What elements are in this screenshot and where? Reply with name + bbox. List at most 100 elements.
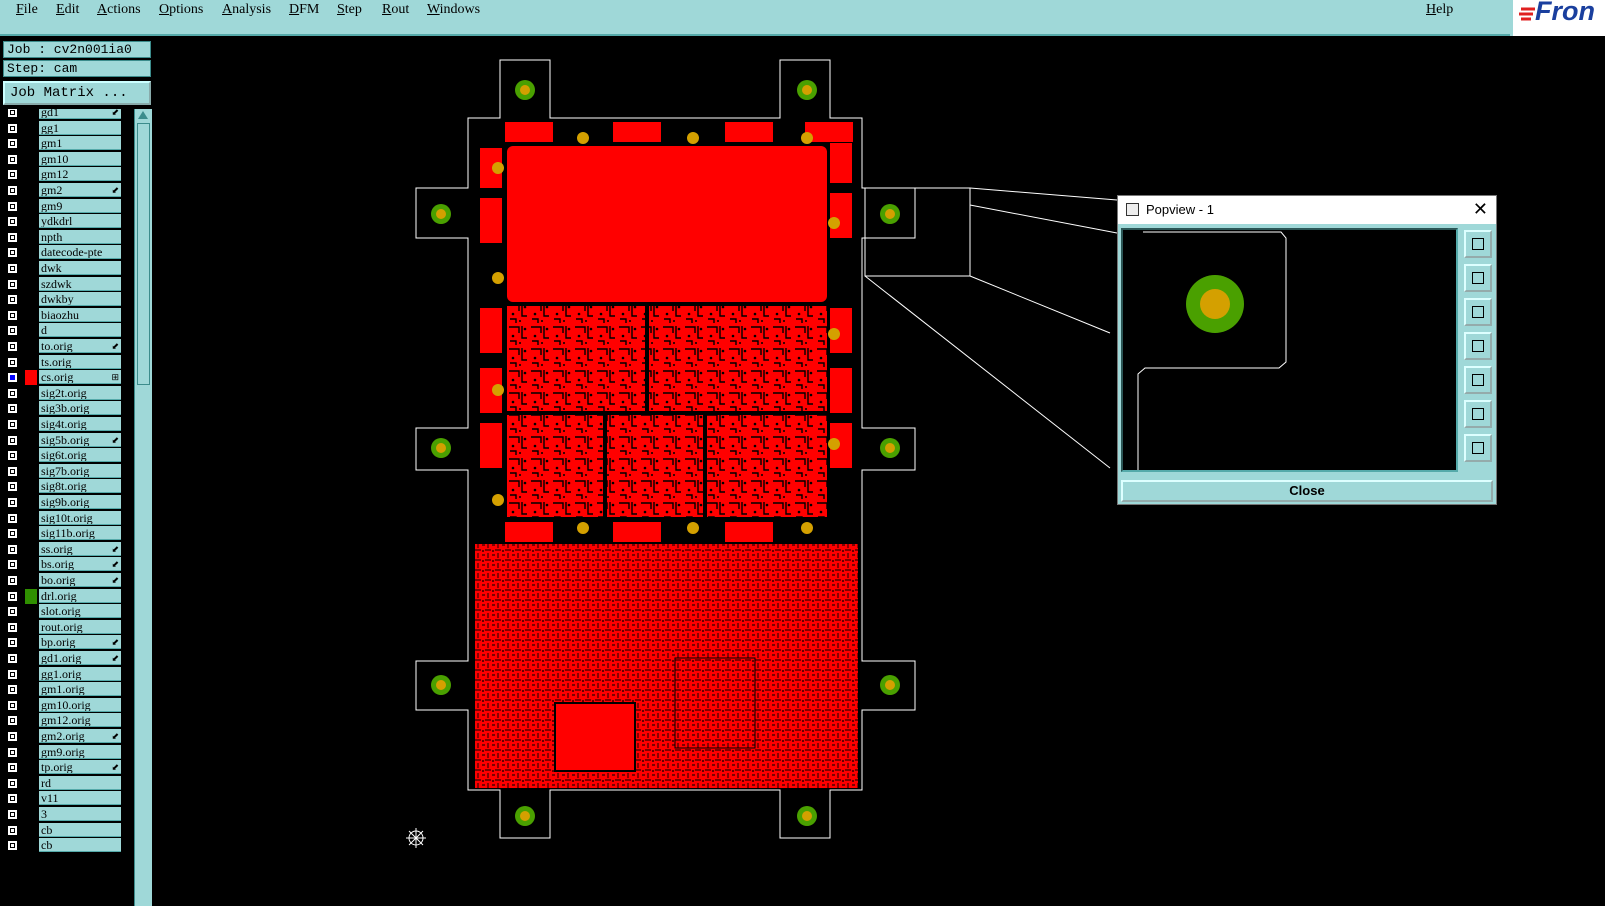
- layer-row[interactable]: gm1.orig: [3, 682, 134, 697]
- layer-name[interactable]: gg1: [39, 120, 121, 135]
- pan-up-icon[interactable]: [1464, 264, 1492, 292]
- menu-analysis[interactable]: Analysis: [222, 0, 271, 20]
- layer-row[interactable]: cs.orig ⊞: [3, 370, 134, 386]
- layer-name[interactable]: gm1.orig: [39, 682, 121, 697]
- layer-color-swatch[interactable]: [25, 776, 37, 791]
- layer-row[interactable]: gm2.orig ⬋: [3, 729, 134, 744]
- layer-row[interactable]: gm1: [3, 136, 134, 151]
- layer-row[interactable]: bs.orig ⬋: [3, 557, 134, 572]
- layer-color-swatch[interactable]: [25, 277, 37, 292]
- layer-name[interactable]: datecode-pte: [39, 245, 121, 260]
- layer-checkbox[interactable]: [7, 122, 18, 134]
- layer-checkbox[interactable]: [7, 497, 18, 508]
- layer-checkbox[interactable]: [7, 247, 18, 259]
- layer-name[interactable]: gg1.orig: [39, 666, 121, 681]
- layer-checkbox[interactable]: [7, 294, 18, 306]
- layer-checkbox[interactable]: [7, 543, 18, 555]
- zoom-fit-icon[interactable]: [1464, 230, 1492, 258]
- zoom-in-icon[interactable]: [1464, 400, 1492, 428]
- menu-dfm[interactable]: DFM: [289, 0, 319, 20]
- menu-help[interactable]: Help: [1426, 0, 1453, 20]
- layer-color-swatch[interactable]: [25, 292, 37, 307]
- layer-checkbox[interactable]: [7, 341, 18, 352]
- layer-checkbox[interactable]: [7, 278, 18, 290]
- popview-canvas[interactable]: [1121, 228, 1458, 472]
- layer-checkbox[interactable]: [7, 325, 18, 337]
- layer-row[interactable]: cb: [3, 822, 134, 838]
- layer-checkbox[interactable]: [7, 403, 18, 415]
- layer-row[interactable]: sig2t.orig: [3, 385, 134, 401]
- layer-color-swatch[interactable]: [25, 542, 37, 557]
- layer-checkbox[interactable]: [7, 153, 18, 165]
- layer-name[interactable]: gm12.orig: [39, 713, 121, 728]
- layer-color-swatch[interactable]: [25, 807, 37, 822]
- layer-row[interactable]: d: [3, 323, 134, 338]
- layer-color-swatch[interactable]: [25, 417, 37, 432]
- layer-row[interactable]: 3: [3, 807, 134, 822]
- layer-color-swatch[interactable]: [25, 339, 37, 354]
- layer-checkbox[interactable]: [7, 715, 18, 727]
- job-matrix-button[interactable]: Job Matrix ...: [3, 81, 151, 105]
- layer-checkbox[interactable]: [7, 793, 18, 805]
- layer-checkbox[interactable]: [7, 419, 18, 430]
- layer-row[interactable]: ss.orig ⬋: [3, 541, 134, 557]
- layer-name[interactable]: bo.orig ⬋: [39, 573, 121, 587]
- layer-color-swatch[interactable]: [25, 667, 37, 682]
- layer-checkbox[interactable]: [7, 653, 18, 664]
- scroll-up-icon[interactable]: [138, 111, 148, 119]
- layer-name[interactable]: sig10t.orig: [39, 510, 121, 525]
- menu-windows[interactable]: Windows: [427, 0, 480, 20]
- layer-checkbox[interactable]: [7, 621, 18, 633]
- layer-row[interactable]: drl.orig: [3, 588, 134, 604]
- layer-checkbox[interactable]: [7, 684, 18, 696]
- layer-row[interactable]: sig5b.orig ⬋: [3, 432, 134, 448]
- layer-row[interactable]: biaozhu: [3, 307, 134, 323]
- layer-color-swatch[interactable]: [25, 573, 37, 588]
- layer-row[interactable]: gg1.orig: [3, 666, 134, 682]
- layer-color-swatch[interactable]: [25, 323, 37, 338]
- layer-row[interactable]: gg1: [3, 120, 134, 136]
- layer-color-swatch[interactable]: [25, 682, 37, 697]
- layer-checkbox[interactable]: [7, 309, 18, 321]
- layer-checkbox[interactable]: [7, 512, 18, 524]
- layer-name[interactable]: cs.orig ⊞: [39, 370, 121, 385]
- layer-row[interactable]: v11: [3, 791, 134, 806]
- close-button[interactable]: Close: [1121, 480, 1493, 502]
- pan-down-icon[interactable]: [1464, 298, 1492, 326]
- layer-name[interactable]: gm2 ⬋: [39, 183, 121, 197]
- layer-name[interactable]: sig7b.orig: [39, 463, 121, 478]
- zoom-out-icon[interactable]: [1464, 434, 1492, 462]
- layer-checkbox[interactable]: [7, 637, 18, 649]
- layer-color-swatch[interactable]: [25, 230, 37, 245]
- layer-row[interactable]: gm12: [3, 167, 134, 182]
- layer-row[interactable]: ydkdrl: [3, 214, 134, 229]
- layer-checkbox[interactable]: [7, 109, 18, 118]
- layer-color-swatch[interactable]: [25, 355, 37, 370]
- layer-name[interactable]: sig11b.orig: [39, 526, 121, 541]
- layer-row[interactable]: sig9b.orig: [3, 495, 134, 510]
- layer-row[interactable]: rout.orig: [3, 619, 134, 635]
- popview-titlebar[interactable]: Popview - 1 ✕: [1118, 196, 1496, 224]
- layer-name[interactable]: rd: [39, 775, 121, 790]
- layer-checkbox[interactable]: [7, 434, 18, 446]
- layer-checkbox[interactable]: [7, 263, 18, 274]
- layer-row[interactable]: sig7b.orig: [3, 463, 134, 479]
- layer-color-swatch[interactable]: [25, 370, 37, 386]
- layer-name[interactable]: sig8t.orig: [39, 479, 121, 494]
- layer-color-swatch[interactable]: [25, 495, 37, 510]
- layer-name[interactable]: sig4t.orig: [39, 417, 121, 431]
- layer-row[interactable]: gd1.orig ⬋: [3, 651, 134, 666]
- layer-color-swatch[interactable]: [25, 729, 37, 744]
- layer-checkbox[interactable]: [7, 465, 18, 477]
- layer-row[interactable]: rd: [3, 775, 134, 791]
- layer-row[interactable]: sig8t.orig: [3, 479, 134, 494]
- layer-name[interactable]: bs.orig ⬋: [39, 557, 121, 572]
- layer-checkbox[interactable]: [7, 590, 18, 602]
- layer-color-swatch[interactable]: [25, 698, 37, 713]
- layer-row[interactable]: bo.orig ⬋: [3, 573, 134, 588]
- layer-checkbox[interactable]: [7, 699, 18, 711]
- menu-options[interactable]: Options: [159, 0, 203, 20]
- layer-row[interactable]: sig6t.orig: [3, 448, 134, 463]
- layer-color-swatch[interactable]: [25, 635, 37, 650]
- layer-checkbox[interactable]: [7, 559, 18, 571]
